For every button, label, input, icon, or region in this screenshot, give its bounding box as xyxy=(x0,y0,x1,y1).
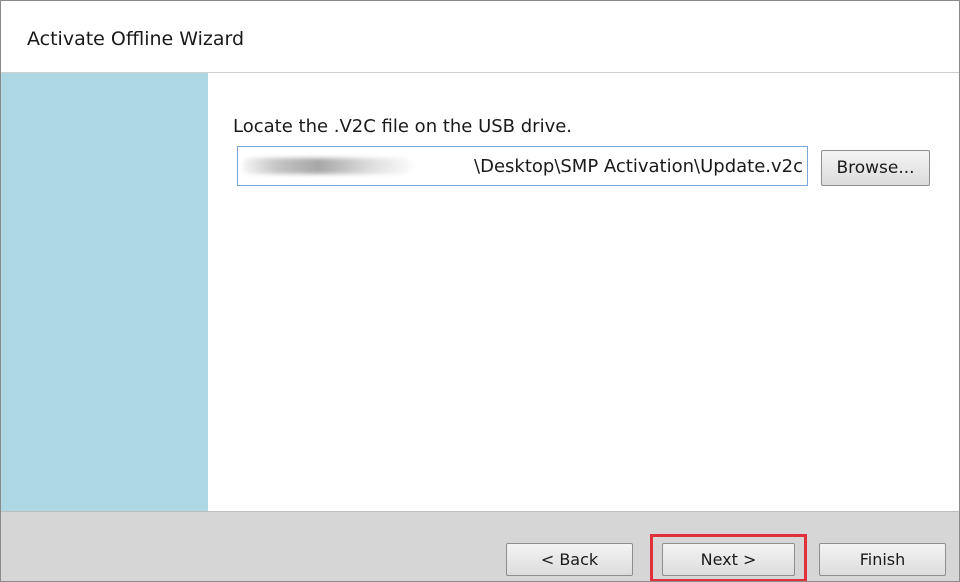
file-path-input[interactable]: \Desktop\SMP Activation\Update.v2c xyxy=(237,146,808,186)
browse-button[interactable]: Browse... xyxy=(821,150,930,186)
next-button-highlight xyxy=(650,534,807,581)
instruction-text: Locate the .V2C file on the USB drive. xyxy=(233,116,573,137)
side-panel xyxy=(1,73,208,511)
wizard-window: Activate Offline Wizard Locate the .V2C … xyxy=(0,0,960,582)
button-bar: < Back Next > Finish xyxy=(1,511,959,581)
window-title: Activate Offline Wizard xyxy=(27,28,245,50)
file-path-value: \Desktop\SMP Activation\Update.v2c xyxy=(474,156,803,177)
content-area: Locate the .V2C file on the USB drive. \… xyxy=(208,73,959,511)
title-bar: Activate Offline Wizard xyxy=(1,1,959,73)
back-button[interactable]: < Back xyxy=(506,543,633,576)
redacted-path-prefix xyxy=(242,158,412,174)
finish-button[interactable]: Finish xyxy=(819,543,946,576)
